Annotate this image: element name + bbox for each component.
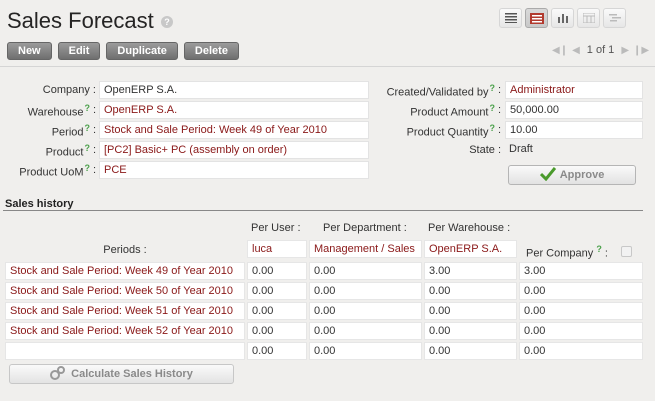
warehouse-value-cell: 0.00 xyxy=(424,302,517,320)
company-value-cell: 0.00 xyxy=(519,282,643,300)
warehouse-colon: : xyxy=(92,104,96,116)
divider xyxy=(0,66,655,67)
quantity-field[interactable]: 10.00 xyxy=(505,121,643,139)
uom-label: Product UoM? xyxy=(19,163,90,179)
first-page-icon[interactable]: ◀❙ xyxy=(552,45,568,56)
company-value-cell: 0.00 xyxy=(519,322,643,340)
department-value-cell: 0.00 xyxy=(309,342,422,360)
calendar-view-icon[interactable] xyxy=(577,8,600,28)
previous-page-icon[interactable]: ◀ xyxy=(572,45,580,56)
period-cell[interactable]: Stock and Sale Period: Week 49 of Year 2… xyxy=(5,262,245,280)
list-view-icon[interactable] xyxy=(499,8,522,28)
sales-history-title: Sales history xyxy=(5,198,74,210)
per-department-header: Per Department : xyxy=(323,222,407,234)
periods-label: Periods : xyxy=(103,244,147,256)
state-label: State : xyxy=(469,144,501,156)
created-by-colon: : xyxy=(497,84,501,96)
per-user-header: Per User : xyxy=(251,222,301,234)
graph-view-icon[interactable] xyxy=(551,8,574,28)
product-field[interactable]: [PC2] Basic+ PC (assembly on order) xyxy=(99,141,369,159)
duplicate-button[interactable]: Duplicate xyxy=(106,42,178,60)
user-value-cell: 0.00 xyxy=(247,342,307,360)
period-colon: : xyxy=(92,124,96,136)
department-field[interactable]: Management / Sales xyxy=(309,240,422,258)
last-page-icon[interactable]: ❙▶ xyxy=(633,45,649,56)
warehouse-value-cell: 3.00 xyxy=(424,262,517,280)
warehouse-history-field[interactable]: OpenERP S.A. xyxy=(424,240,517,258)
per-company-label: Per Company ? : xyxy=(526,244,608,260)
gantt-view-icon[interactable] xyxy=(603,8,626,28)
department-value-cell: 0.00 xyxy=(309,262,422,280)
period-cell[interactable] xyxy=(5,342,245,360)
new-button[interactable]: New xyxy=(7,42,52,60)
period-field[interactable]: Stock and Sale Period: Week 49 of Year 2… xyxy=(99,121,369,139)
per-company-checkbox[interactable] xyxy=(621,246,632,257)
delete-button[interactable]: Delete xyxy=(183,42,239,60)
period-cell[interactable]: Stock and Sale Period: Week 50 of Year 2… xyxy=(5,282,245,300)
view-switcher xyxy=(499,8,626,28)
warehouse-label: Warehouse? xyxy=(27,103,90,119)
warehouse-value-cell: 0.00 xyxy=(424,282,517,300)
company-value-cell: 0.00 xyxy=(519,342,643,360)
warehouse-value-cell: 0.00 xyxy=(424,322,517,340)
help-icon[interactable]: ? xyxy=(161,16,173,28)
approve-button[interactable]: Approve xyxy=(508,165,636,185)
amount-colon: : xyxy=(497,104,501,116)
amount-label: Product Amount? xyxy=(410,103,495,119)
warehouse-field[interactable]: OpenERP S.A. xyxy=(99,101,369,119)
created-by-field[interactable]: Administrator xyxy=(505,81,643,99)
calculate-label: Calculate Sales History xyxy=(71,368,193,380)
edit-button[interactable]: Edit xyxy=(57,42,101,60)
gears-icon xyxy=(50,365,66,383)
uom-colon: : xyxy=(92,164,96,176)
amount-field[interactable]: 50,000.00 xyxy=(505,101,643,119)
page-title: Sales Forecast xyxy=(7,8,154,33)
period-cell[interactable]: Stock and Sale Period: Week 51 of Year 2… xyxy=(5,302,245,320)
state-field: Draft xyxy=(509,143,533,155)
quantity-label: Product Quantity? xyxy=(406,123,495,139)
next-page-icon[interactable]: ▶ xyxy=(621,45,629,56)
approve-label: Approve xyxy=(559,169,605,181)
quantity-colon: : xyxy=(497,124,501,136)
user-value-cell: 0.00 xyxy=(247,262,307,280)
user-value-cell: 0.00 xyxy=(247,282,307,300)
department-value-cell: 0.00 xyxy=(309,282,422,300)
user-value-cell: 0.00 xyxy=(247,302,307,320)
user-field[interactable]: luca xyxy=(247,240,307,258)
section-divider xyxy=(3,210,643,211)
calculate-sales-history-button[interactable]: Calculate Sales History xyxy=(9,364,234,384)
pager-count: 1 of 1 xyxy=(586,44,615,56)
department-value-cell: 0.00 xyxy=(309,322,422,340)
company-value-cell: 0.00 xyxy=(519,302,643,320)
check-icon xyxy=(539,166,556,184)
company-field[interactable]: OpenERP S.A. xyxy=(99,81,369,99)
created-by-label: Created/Validated by? xyxy=(386,83,495,99)
company-value-cell: 3.00 xyxy=(519,262,643,280)
period-cell[interactable]: Stock and Sale Period: Week 52 of Year 2… xyxy=(5,322,245,340)
period-label: Period? xyxy=(51,123,90,139)
user-value-cell: 0.00 xyxy=(247,322,307,340)
pager: ◀❙ ◀ 1 of 1 ▶ ❙▶ xyxy=(552,44,649,56)
product-colon: : xyxy=(92,144,96,156)
company-label: Company : xyxy=(42,84,96,96)
department-value-cell: 0.00 xyxy=(309,302,422,320)
product-label: Product? xyxy=(45,143,90,159)
per-warehouse-header: Per Warehouse : xyxy=(428,222,511,234)
toolbar: New Edit Duplicate Delete xyxy=(7,42,239,60)
warehouse-value-cell: 0.00 xyxy=(424,342,517,360)
form-view-icon[interactable] xyxy=(525,8,548,28)
uom-field[interactable]: PCE xyxy=(99,161,369,179)
